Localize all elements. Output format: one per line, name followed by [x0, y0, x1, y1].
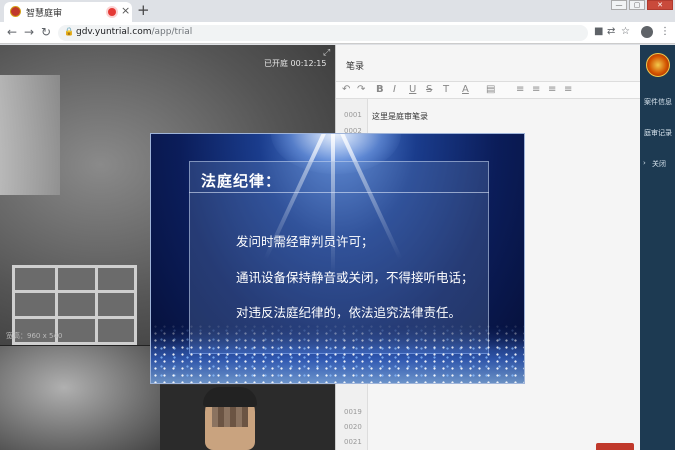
- align-left-button[interactable]: ≡: [516, 84, 524, 95]
- url-host: gdv.yuntrial.com: [76, 27, 152, 37]
- lock-icon: 🔒: [64, 27, 74, 36]
- shelf-row: [15, 316, 134, 319]
- address-bar[interactable]: 🔒 gdv.yuntrial.com/app/trial: [58, 25, 588, 41]
- fullscreen-icon[interactable]: ⤢: [323, 48, 330, 58]
- forward-icon[interactable]: →: [24, 25, 34, 39]
- sidebar-item-close[interactable]: 关闭: [652, 159, 666, 169]
- participant-hair: [203, 387, 257, 407]
- browser-window: 智慧庭审 × + — ▢ ✕ ← → ↻ 🔒 gdv.yuntrial.com/…: [0, 0, 675, 450]
- tab-close-icon[interactable]: ×: [121, 4, 130, 17]
- shelf-row: [15, 290, 134, 293]
- background-color-button[interactable]: ▤: [486, 84, 495, 95]
- align-center-button[interactable]: ≡: [532, 84, 540, 95]
- undo-icon[interactable]: ↶: [342, 84, 350, 95]
- profile-avatar[interactable]: [641, 26, 653, 38]
- align-right-button[interactable]: ≡: [548, 84, 556, 95]
- bold-button[interactable]: B: [376, 84, 384, 95]
- shelf-column: [95, 268, 98, 342]
- sidebar-item-case-info[interactable]: 案件信息: [644, 97, 672, 107]
- browser-tab[interactable]: 智慧庭审 ×: [4, 2, 132, 22]
- editor-toolbar: ↶ ↷ B I U S T A ▤ ≡ ≡ ≡ ≡: [336, 81, 641, 99]
- transcript-text[interactable]: 这里是庭审笔录: [372, 111, 428, 122]
- submit-button[interactable]: [596, 443, 634, 450]
- court-emblem-icon: [646, 53, 670, 77]
- line-number: 0001: [344, 111, 362, 119]
- italic-button[interactable]: I: [393, 84, 396, 95]
- chevron-right-icon: ›: [643, 159, 646, 167]
- session-timer: 已开庭 00:12:15: [264, 59, 327, 68]
- new-tab-button[interactable]: +: [137, 1, 150, 19]
- browser-menu-icon[interactable]: ⋮: [660, 26, 670, 37]
- redo-icon[interactable]: ↷: [357, 84, 365, 95]
- face-mosaic: [212, 407, 248, 427]
- close-window-button[interactable]: ✕: [647, 0, 673, 10]
- discipline-rule: 发问时需经审判员许可；: [236, 234, 374, 249]
- court-emblem-icon: [10, 6, 21, 17]
- translate-icon[interactable]: ⇄: [607, 26, 615, 37]
- url-path: /app/trial: [151, 27, 193, 37]
- maximize-button[interactable]: ▢: [629, 0, 645, 10]
- minimize-button[interactable]: —: [611, 0, 627, 10]
- window-controls: — ▢ ✕: [609, 0, 673, 12]
- strikethrough-button[interactable]: S: [426, 84, 432, 95]
- align-justify-button[interactable]: ≡: [564, 84, 572, 95]
- court-discipline-modal: 法庭纪律： 发问时需经审判员许可； 通讯设备保持静音或关闭，不得接听电话； 对违…: [150, 133, 525, 384]
- video-resolution: 宽高：960 x 540: [6, 332, 63, 340]
- discipline-rule: 对违反法庭纪律的，依法追究法律责任。: [236, 305, 462, 320]
- back-icon[interactable]: ←: [7, 25, 17, 39]
- modal-heading: 法庭纪律：: [201, 172, 282, 190]
- url-text: gdv.yuntrial.com/app/trial: [76, 27, 192, 37]
- text-style-button[interactable]: T: [443, 84, 449, 95]
- video-window-light: [0, 75, 60, 195]
- line-number: 0019: [344, 408, 362, 416]
- browser-toolbar: ← → ↻ 🔒 gdv.yuntrial.com/app/trial ■ ⇄ ☆…: [0, 22, 675, 44]
- participant-video-feed[interactable]: [160, 385, 335, 450]
- recording-icon: [108, 8, 116, 16]
- sidebar-item-trial-record[interactable]: 庭审记录: [644, 128, 672, 138]
- line-number: 0021: [344, 438, 362, 446]
- camera-icon[interactable]: ■: [594, 26, 603, 37]
- secondary-video-feed[interactable]: [0, 345, 160, 450]
- modal-divider: [189, 192, 489, 193]
- reload-icon[interactable]: ↻: [41, 25, 51, 39]
- tab-title: 智慧庭审: [26, 9, 63, 19]
- right-sidebar: 案件信息 庭审记录 › 关闭: [640, 45, 675, 450]
- tab-strip: 智慧庭审 × + — ▢ ✕: [0, 0, 675, 22]
- line-number: 0020: [344, 423, 362, 431]
- modal-sparkle-decoration: [151, 323, 524, 383]
- editor-title: 笔录: [346, 62, 365, 72]
- discipline-rule: 通讯设备保持静音或关闭，不得接听电话；: [236, 270, 474, 285]
- underline-button[interactable]: U: [409, 84, 416, 95]
- font-color-button[interactable]: A: [462, 84, 469, 95]
- bookmark-star-icon[interactable]: ☆: [621, 26, 630, 37]
- trial-page: 已开庭 00:12:15 ⤢ 宽高：960 x 540 笔录 ↶ ↷ B I U…: [0, 45, 675, 450]
